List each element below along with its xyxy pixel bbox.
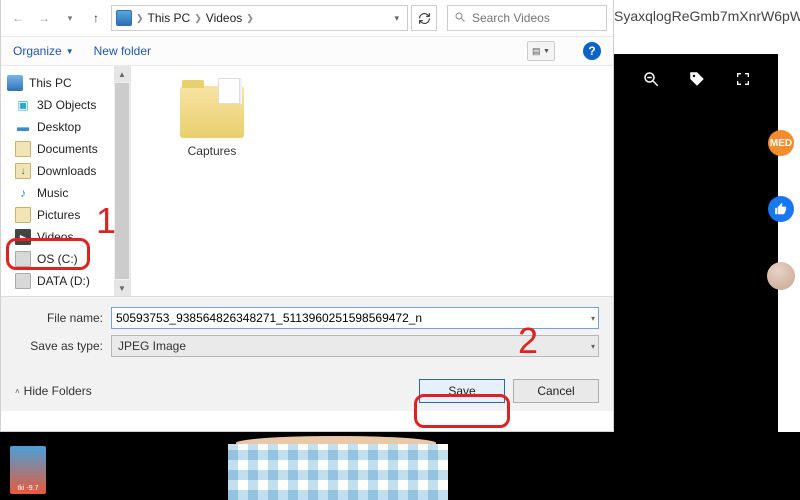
chevron-down-icon[interactable]: ▾: [591, 314, 595, 323]
tree-label: Videos: [37, 230, 73, 244]
tree-pictures[interactable]: Pictures: [1, 204, 130, 226]
chevron-down-icon: ▼: [66, 47, 74, 56]
chevron-right-icon: ❯: [194, 13, 202, 24]
help-icon[interactable]: ?: [583, 42, 601, 60]
organize-label: Organize: [13, 44, 62, 58]
tree-label: Documents: [37, 142, 98, 156]
chevron-down-icon[interactable]: ▾: [59, 7, 81, 29]
music-icon: ♪: [15, 185, 31, 201]
tree-label: Music: [37, 186, 68, 200]
save-button[interactable]: Save: [419, 379, 505, 403]
folder-item[interactable]: Captures: [177, 86, 247, 158]
filename-field[interactable]: ▾: [111, 307, 599, 329]
breadcrumb-path[interactable]: Videos: [206, 11, 242, 25]
search-input[interactable]: [472, 11, 600, 25]
tree-downloads[interactable]: ↓ Downloads: [1, 160, 130, 182]
folder-icon: [180, 86, 244, 138]
pictures-icon: [15, 207, 31, 223]
disk-icon: [15, 251, 31, 267]
chevron-down-icon[interactable]: ▾: [591, 342, 595, 351]
tree-3d-objects[interactable]: ▣ 3D Objects: [1, 94, 130, 116]
desktop-icon: ▬: [15, 119, 31, 135]
tree-label: 3D Objects: [37, 98, 96, 112]
dialog-toolbar: Organize ▼ New folder ▤ ▼ ?: [1, 36, 613, 66]
cancel-button[interactable]: Cancel: [513, 379, 599, 403]
tree-label: Desktop: [37, 120, 81, 134]
reaction-column: MED: [766, 130, 796, 290]
nav-forward-icon: →: [33, 7, 55, 29]
saveastype-label: Save as type:: [15, 339, 111, 353]
pc-icon: [7, 75, 23, 91]
save-as-dialog: ← → ▾ ↑ ❯ This PC ❯ Videos ❯ ▾ Organize …: [0, 0, 614, 432]
tree-documents[interactable]: Documents: [1, 138, 130, 160]
tree-label: Downloads: [37, 164, 96, 178]
tree-label: Pictures: [37, 208, 80, 222]
search-icon: [454, 11, 466, 26]
organize-menu[interactable]: Organize ▼: [13, 44, 74, 58]
tree-label: This PC: [29, 76, 72, 90]
downloads-icon: ↓: [15, 163, 31, 179]
scroll-up-icon[interactable]: ▲: [114, 66, 130, 82]
view-mode-button[interactable]: ▤ ▼: [527, 41, 555, 61]
scroll-down-icon[interactable]: ▼: [114, 280, 130, 296]
tag-icon[interactable]: [688, 70, 706, 88]
chevron-right-icon: ❯: [246, 13, 254, 24]
zoom-out-icon[interactable]: [642, 70, 660, 88]
scroll-thumb[interactable]: [115, 83, 129, 279]
avatar[interactable]: [767, 262, 795, 290]
bottom-thumb-1[interactable]: tki -9.7: [10, 446, 46, 494]
search-box[interactable]: [447, 5, 607, 31]
tree-videos[interactable]: ▶ Videos: [1, 226, 130, 248]
tree-label: DATA (D:): [37, 274, 90, 288]
pc-icon: [116, 10, 132, 26]
tree-this-pc[interactable]: This PC: [1, 72, 130, 94]
address-bar[interactable]: ❯ This PC ❯ Videos ❯ ▾: [111, 5, 408, 31]
saveastype-value: JPEG Image: [118, 339, 186, 353]
nav-back-icon[interactable]: ←: [7, 7, 29, 29]
fullscreen-icon[interactable]: [734, 70, 752, 88]
tree-desktop[interactable]: ▬ Desktop: [1, 116, 130, 138]
saveastype-dropdown[interactable]: JPEG Image ▾: [111, 335, 599, 357]
nav-up-icon[interactable]: ↑: [85, 7, 107, 29]
folder-label: Captures: [188, 144, 237, 158]
chevron-down-icon: ▼: [543, 48, 550, 55]
tree-data-d[interactable]: DATA (D:): [1, 270, 130, 292]
chevron-down-icon[interactable]: ▾: [390, 13, 403, 24]
cube-icon: ▣: [15, 97, 31, 113]
photo-fragment-fabric: [228, 444, 448, 500]
hide-folders-toggle[interactable]: ˄ Hide Folders: [15, 384, 92, 398]
filename-label: File name:: [15, 311, 111, 325]
folder-contents[interactable]: Captures: [131, 66, 613, 296]
dialog-bottom-panel: File name: ▾ Save as type: JPEG Image ▾ …: [1, 296, 613, 411]
dialog-nav-row: ← → ▾ ↑ ❯ This PC ❯ Videos ❯ ▾: [1, 0, 613, 36]
thumbnails-icon: ▤: [532, 46, 541, 57]
like-icon[interactable]: [768, 196, 794, 222]
breadcrumb-root[interactable]: This PC: [148, 11, 191, 25]
hide-folders-label: Hide Folders: [24, 384, 92, 398]
filename-input[interactable]: [116, 311, 594, 325]
tree-scrollbar[interactable]: ▲ ▼: [114, 66, 130, 296]
disk-icon: [15, 273, 31, 289]
tree-os-c[interactable]: OS (C:): [1, 248, 130, 270]
new-folder-button[interactable]: New folder: [94, 44, 151, 58]
chevron-up-icon: ˄: [15, 387, 20, 396]
tree-music[interactable]: ♪ Music: [1, 182, 130, 204]
tree-label: OS (C:): [37, 252, 78, 266]
browser-url-fragment: SyaxqlogReGmb7mXnrW6pW0QVCX: [614, 8, 800, 24]
documents-icon: [15, 141, 31, 157]
refresh-icon[interactable]: [411, 5, 437, 31]
folder-tree: This PC ▣ 3D Objects ▬ Desktop Documents…: [1, 66, 131, 296]
chevron-right-icon: ❯: [136, 13, 144, 24]
videos-icon: ▶: [15, 229, 31, 245]
badge-med[interactable]: MED: [768, 130, 794, 156]
